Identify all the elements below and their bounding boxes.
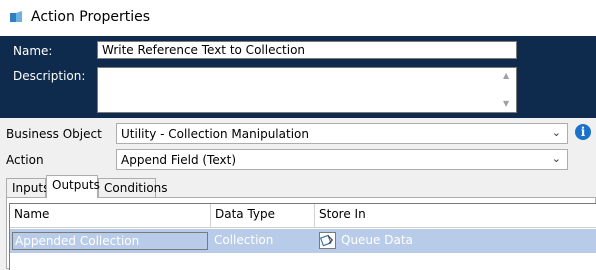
business-object-label: Business Object — [6, 127, 102, 141]
store-in-value: Queue Data — [341, 233, 413, 247]
tab-conditions[interactable]: Conditions — [98, 178, 168, 197]
chevron-down-icon[interactable]: ⌄ — [552, 152, 561, 165]
action-value: Append Field (Text) — [121, 153, 237, 167]
name-label: Name: — [13, 44, 53, 58]
name-cell-input[interactable]: Appended Collection — [12, 232, 208, 250]
window-title: Action Properties — [31, 9, 151, 25]
data-item-icon[interactable] — [319, 232, 336, 249]
description-scrollbar[interactable]: ▲ ▼ — [499, 68, 516, 112]
name-cell[interactable]: Appended Collection — [10, 229, 211, 253]
column-header-name[interactable]: Name — [10, 204, 211, 228]
scroll-up-icon[interactable]: ▲ — [503, 71, 509, 80]
action-select[interactable]: Append Field (Text) ⌄ — [116, 149, 568, 170]
store-in-cell[interactable]: Queue Data — [315, 229, 596, 253]
action-label: Action — [6, 153, 44, 167]
table-row[interactable]: Appended Collection Collection Queue Dat… — [10, 229, 596, 253]
tab-inputs[interactable]: Inputs — [6, 178, 49, 197]
description-label: Description: — [13, 69, 86, 83]
name-input[interactable]: Write Reference Text to Collection — [97, 41, 517, 59]
business-object-select[interactable]: Utility - Collection Manipulation ⌄ — [116, 123, 568, 144]
title-bar: Action Properties — [0, 0, 596, 36]
business-object-value: Utility - Collection Manipulation — [121, 127, 309, 141]
app-icon — [10, 11, 22, 22]
outputs-table: Name Data Type Store In Appended Collect… — [9, 203, 596, 270]
tab-outputs[interactable]: Outputs — [46, 175, 100, 198]
info-icon[interactable]: i — [575, 124, 591, 140]
column-header-data-type[interactable]: Data Type — [211, 204, 315, 228]
data-type-cell: Collection — [214, 233, 274, 247]
scroll-down-icon[interactable]: ▼ — [503, 99, 509, 108]
description-textarea[interactable]: ▲ ▼ — [97, 67, 517, 113]
chevron-down-icon[interactable]: ⌄ — [552, 126, 561, 139]
column-header-store-in[interactable]: Store In — [315, 204, 596, 228]
